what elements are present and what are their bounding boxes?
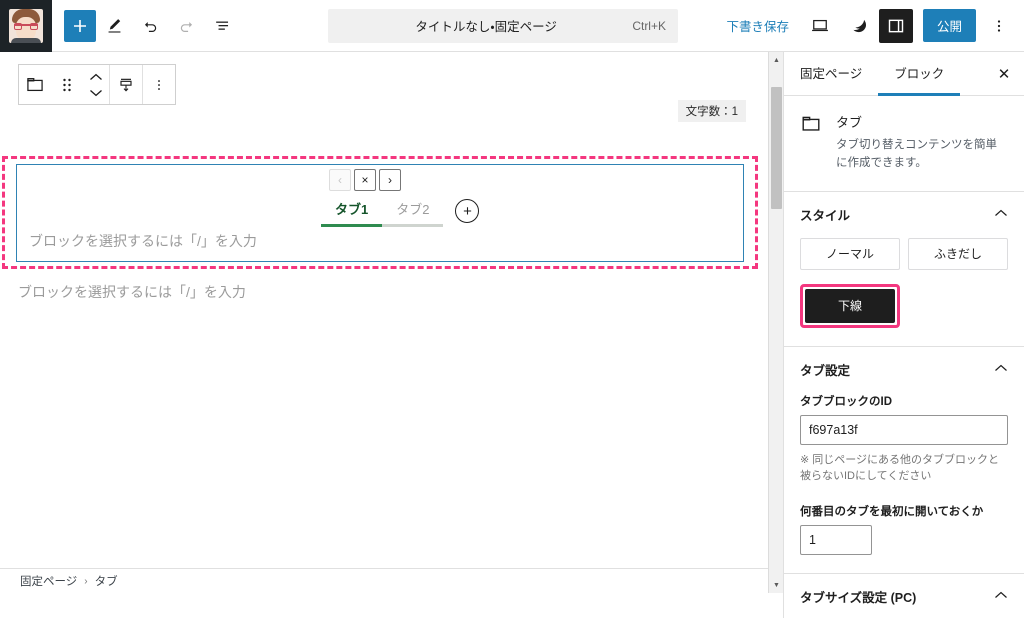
settings-sidebar: 固定ページ ブロック ✕ タブ タブ切り替えコンテンツを簡単に作成できます。 ス… [783, 52, 1024, 618]
initial-open-tab-input[interactable] [800, 524, 872, 555]
character-count-badge: 文字数：1 [677, 100, 746, 122]
breadcrumb-item-block[interactable]: タブ [95, 573, 118, 589]
style-panel: スタイル ノーマル ふきだし 下線 [784, 192, 1024, 347]
block-name: タブ [836, 115, 863, 130]
tab-size-panel-header[interactable]: タブサイズ設定 (PC) [784, 574, 1024, 618]
vertical-align-icon[interactable] [110, 65, 142, 104]
chevron-down-icon[interactable] [89, 85, 103, 100]
add-tab-button[interactable]: + [455, 199, 480, 223]
top-toolbar: タイトルなし・固定ページ Ctrl+K 下書き保存 公開 [0, 0, 1024, 52]
avatar[interactable] [0, 0, 52, 52]
tab-delete-button[interactable]: × [354, 169, 376, 191]
chevron-up-icon[interactable] [994, 591, 1008, 603]
command-shortcut: Ctrl+K [632, 18, 666, 33]
tab-item-2[interactable]: タブ2 [382, 197, 444, 227]
tab-move-next-button[interactable]: › [379, 169, 401, 191]
scroll-down-arrow-icon[interactable]: ▼ [769, 577, 784, 593]
tabs-block-icon [800, 112, 824, 173]
sidebar-tab-page[interactable]: 固定ページ [784, 52, 878, 96]
sidebar-tab-block[interactable]: ブロック [878, 52, 961, 96]
tab-item-1[interactable]: タブ1 [321, 197, 383, 227]
tab-block-id-label: タブブロックのID [800, 395, 892, 408]
style-panel-header[interactable]: スタイル [784, 192, 1024, 238]
style-panel-body: ノーマル ふきだし 下線 [784, 237, 1024, 346]
avatar-image [9, 8, 43, 43]
breadcrumb-item-page[interactable]: 固定ページ [20, 573, 77, 589]
tab-block-id-input[interactable] [800, 414, 1008, 445]
tab-block-id-help: ※ 同じページにある他のタブブロックと被らないIDにしてください [800, 453, 1000, 483]
more-vertical-icon[interactable] [982, 9, 1016, 43]
chevron-up-icon[interactable] [994, 209, 1008, 221]
add-block-button[interactable] [64, 9, 96, 42]
block-info: タブ タブ切り替えコンテンツを簡単に作成できます。 [784, 96, 1024, 192]
chevron-up-icon[interactable] [89, 70, 103, 85]
style-options: ノーマル ふきだし 下線 [800, 237, 1008, 328]
tab-move-prev-button[interactable]: ‹ [329, 169, 351, 191]
initial-open-tab-label: 何番目のタブを最初に開いておくか [800, 505, 984, 518]
tab-controls: ‹ × › [329, 169, 401, 191]
sidebar-tabs: 固定ページ ブロック ✕ [784, 52, 1024, 96]
inner-block-placeholder[interactable]: ブロックを選択するには「/」を入力 [29, 231, 257, 251]
breadcrumb: 固定ページ › タブ [0, 568, 768, 593]
scrollbar-thumb[interactable] [771, 87, 782, 209]
tab-size-panel: タブサイズ設定 (PC) テキストに合わせる [784, 574, 1024, 618]
block-toolbar [18, 64, 176, 105]
chevron-up-icon[interactable] [994, 364, 1008, 376]
document-title-bar[interactable]: タイトルなし・固定ページ Ctrl+K [328, 8, 678, 43]
drag-handle-icon[interactable] [51, 65, 83, 104]
editor-root: タイトルなし・固定ページ Ctrl+K 下書き保存 公開 文字数：1 ‹ × ›… [0, 0, 1024, 618]
edit-tool-button[interactable] [96, 8, 132, 44]
outer-block-placeholder[interactable]: ブロックを選択するには「/」を入力 [18, 282, 246, 302]
close-icon[interactable]: ✕ [984, 52, 1024, 95]
publish-button[interactable]: 公開 [922, 9, 976, 42]
scroll-up-arrow-icon[interactable]: ▲ [769, 52, 784, 68]
jetpack-icon[interactable] [841, 9, 875, 43]
tabs-block[interactable]: ‹ × › タブ1 タブ2 + ブロックを選択するには「/」を入力 [16, 164, 744, 262]
sidebar-scrollbar[interactable]: ▲ ▼ [768, 52, 783, 593]
style-panel-title: スタイル [800, 209, 851, 224]
tab-settings-panel: タブ設定 タブブロックのID ※ 同じページにある他のタブブロックと被らないID… [784, 347, 1024, 574]
style-option-speech[interactable]: ふきだし [908, 237, 1008, 270]
top-right-actions: 下書き保存 公開 [716, 8, 1024, 43]
tab-settings-panel-header[interactable]: タブ設定 [784, 347, 1024, 393]
block-options-more-icon[interactable] [143, 65, 175, 104]
save-draft-button[interactable]: 下書き保存 [716, 10, 799, 41]
tab-settings-panel-title: タブ設定 [800, 364, 851, 379]
undo-button[interactable] [132, 8, 168, 44]
document-title: タイトルなし・固定ページ [415, 20, 557, 34]
tab-size-panel-title: タブサイズ設定 (PC) [800, 591, 917, 606]
block-description: タブ切り替えコンテンツを簡単に作成できます。 [836, 139, 997, 169]
tabs-block-icon[interactable] [19, 65, 51, 104]
style-option-underline[interactable]: 下線 [805, 288, 895, 323]
style-option-normal[interactable]: ノーマル [800, 237, 900, 270]
settings-sidebar-icon[interactable] [878, 8, 913, 43]
tab-list: タブ1 タブ2 + [321, 197, 480, 227]
breadcrumb-separator: › [84, 575, 88, 587]
redo-button[interactable] [168, 8, 204, 44]
editor-canvas[interactable]: 文字数：1 ‹ × › タブ1 タブ2 + ブロックを選択するには「/」を入力 … [0, 52, 768, 593]
laptop-preview-icon[interactable] [803, 9, 837, 43]
annotation-highlight-style: 下線 [800, 283, 900, 328]
list-view-button[interactable] [204, 8, 240, 44]
tab-settings-panel-body: タブブロックのID ※ 同じページにある他のタブブロックと被らないIDにしてくだ… [784, 393, 1024, 573]
block-movers[interactable] [83, 65, 109, 104]
